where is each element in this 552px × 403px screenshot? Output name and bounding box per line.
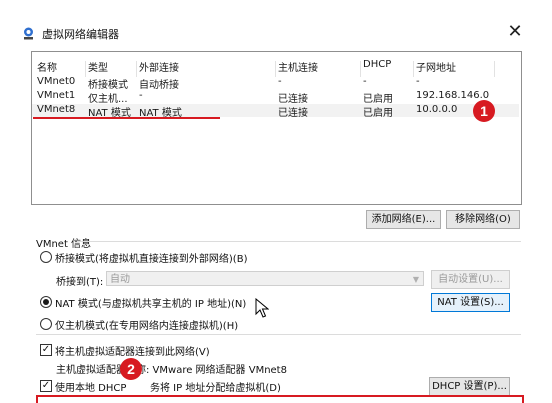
section-divider — [36, 334, 521, 335]
connect-adapter-label[interactable]: 将主机虚拟适配器连接到此网络(V) — [55, 343, 210, 358]
column-header-subnet[interactable]: 子网地址 — [416, 59, 456, 74]
list-row-vmnet0[interactable]: VMnet0 桥接模式 自动桥接 - - - — [32, 76, 521, 91]
mouse-cursor-icon — [255, 298, 269, 318]
highlight-box — [36, 395, 524, 403]
row-subnet: - — [416, 76, 420, 87]
column-divider[interactable] — [136, 61, 137, 77]
connect-adapter-checkbox[interactable]: ✓ — [40, 344, 52, 356]
nat-mode-label[interactable]: NAT 模式(与虚拟机共享主机的 IP 地址)(N) — [55, 295, 246, 310]
column-divider[interactable] — [85, 61, 86, 77]
column-divider[interactable] — [413, 61, 414, 77]
dhcp-label-start[interactable]: 使用本地 DHCP — [55, 379, 126, 394]
row-external: 自动桥接 — [139, 80, 179, 91]
adapter-name-label: 主机虚拟适配器 — [56, 365, 126, 376]
title-bar: 虚拟网络编辑器 ✕ — [0, 0, 552, 44]
auto-settings-button[interactable]: 自动设置(U)... — [431, 270, 510, 289]
list-header: 名称 类型 外部连接 主机连接 DHCP 子网地址 — [32, 57, 521, 77]
row-host: - — [278, 76, 282, 87]
row-name: VMnet8 — [37, 104, 76, 115]
add-network-button[interactable]: 添加网络(E)... — [366, 210, 441, 229]
highlight-underline — [33, 117, 220, 119]
dhcp-label-end[interactable]: 务将 IP 地址分配给虚拟机(D) — [150, 379, 281, 394]
row-type: 仅主机... — [88, 94, 128, 105]
dhcp-settings-button[interactable]: DHCP 设置(P)... — [429, 377, 510, 396]
list-row-vmnet8[interactable]: VMnet8 NAT 模式 NAT 模式 已连接 已启用 10.0.0.0 — [32, 104, 521, 119]
nat-settings-button[interactable]: NAT 设置(S)... — [431, 293, 510, 312]
bridged-to-label: 桥接到(T): — [56, 277, 104, 288]
bridged-to-select[interactable]: 自动 ▼ — [106, 271, 424, 286]
row-external: - — [139, 90, 143, 101]
row-host: 已连接 — [278, 108, 308, 119]
row-dhcp: - — [363, 76, 367, 87]
row-dhcp: 已启用 — [363, 94, 393, 105]
adapter-name-value: 称: VMware 网络适配器 VMnet8 — [136, 365, 287, 376]
close-icon: ✕ — [507, 21, 523, 42]
bridged-mode-radio[interactable] — [40, 251, 52, 263]
column-divider[interactable] — [494, 61, 495, 77]
network-list[interactable]: 名称 类型 外部连接 主机连接 DHCP 子网地址 VMnet0 桥接模式 自动… — [31, 51, 522, 205]
annotation-badge-2: 2 — [120, 358, 142, 380]
section-divider — [77, 241, 521, 242]
chevron-down-icon: ▼ — [412, 275, 419, 284]
column-divider[interactable] — [360, 61, 361, 77]
column-header-type[interactable]: 类型 — [88, 59, 108, 74]
vmware-network-icon — [24, 27, 33, 40]
annotation-badge-1: 1 — [473, 100, 495, 122]
window-title: 虚拟网络编辑器 — [42, 28, 119, 41]
column-header-dhcp[interactable]: DHCP — [363, 59, 391, 70]
row-host: 已连接 — [278, 94, 308, 105]
row-subnet: 192.168.146.0 — [416, 90, 490, 101]
column-header-host[interactable]: 主机连接 — [278, 59, 318, 74]
remove-network-button[interactable]: 移除网络(O) — [446, 210, 520, 229]
row-name: VMnet1 — [37, 90, 76, 101]
hostonly-mode-label[interactable]: 仅主机模式(在专用网络内连接虚拟机)(H) — [55, 317, 238, 332]
row-dhcp: 已启用 — [363, 108, 393, 119]
row-subnet: 10.0.0.0 — [416, 104, 458, 115]
list-row-vmnet1[interactable]: VMnet1 仅主机... - 已连接 已启用 192.168.146.0 — [32, 90, 521, 105]
row-type: 桥接模式 — [88, 80, 128, 91]
vmnet-info-label: VMnet 信息 — [36, 239, 92, 250]
list-scrollbar[interactable] — [519, 52, 521, 204]
bridged-to-value: 自动 — [110, 274, 130, 285]
bridged-mode-label[interactable]: 桥接模式(将虚拟机直接连接到外部网络)(B) — [55, 250, 247, 265]
hostonly-mode-radio[interactable] — [40, 318, 52, 330]
column-divider[interactable] — [275, 61, 276, 77]
column-header-external[interactable]: 外部连接 — [139, 59, 179, 74]
nat-mode-radio[interactable] — [40, 296, 52, 308]
close-button[interactable]: ✕ — [504, 22, 526, 44]
dhcp-checkbox[interactable]: ✓ — [40, 380, 52, 392]
column-header-name[interactable]: 名称 — [37, 59, 57, 74]
row-name: VMnet0 — [37, 76, 76, 87]
